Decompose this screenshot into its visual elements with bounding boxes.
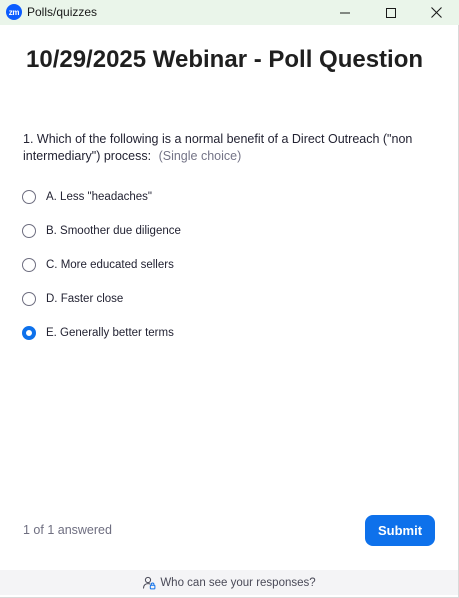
submit-button[interactable]: Submit xyxy=(365,515,435,546)
radio-button-icon[interactable] xyxy=(22,190,36,204)
polls-window: zm Polls/quizzes 10/29/2025 Webinar - Po… xyxy=(0,0,459,598)
option-e[interactable]: E. Generally better terms xyxy=(22,316,422,350)
privacy-text: Who can see your responses? xyxy=(160,576,316,589)
answered-count: 1 of 1 answered xyxy=(23,523,112,537)
minimize-icon xyxy=(340,12,350,13)
minimize-button[interactable] xyxy=(322,0,368,25)
radio-button-icon[interactable] xyxy=(22,258,36,272)
radio-button-selected-icon[interactable] xyxy=(22,326,36,340)
poll-title: 10/29/2025 Webinar - Poll Question xyxy=(26,46,424,73)
close-button[interactable] xyxy=(413,0,459,25)
radio-button-icon[interactable] xyxy=(22,292,36,306)
zoom-logo-icon: zm xyxy=(6,4,22,20)
option-a[interactable]: A. Less "headaches" xyxy=(22,180,422,214)
maximize-icon xyxy=(386,7,396,18)
privacy-link[interactable]: Who can see your responses? xyxy=(0,570,458,595)
window-title: Polls/quizzes xyxy=(27,5,98,19)
question-text: 1. Which of the following is a normal be… xyxy=(23,131,443,165)
user-privacy-icon xyxy=(142,576,156,590)
option-label: D. Faster close xyxy=(46,293,124,305)
option-label: C. More educated sellers xyxy=(46,259,174,271)
answer-options: A. Less "headaches" B. Smoother due dili… xyxy=(22,180,422,350)
option-c[interactable]: C. More educated sellers xyxy=(22,248,422,282)
option-label: E. Generally better terms xyxy=(46,327,174,339)
title-bar: zm Polls/quizzes xyxy=(0,0,459,25)
option-label: B. Smoother due diligence xyxy=(46,225,181,237)
question-type: (Single choice) xyxy=(158,149,242,163)
option-b[interactable]: B. Smoother due diligence xyxy=(22,214,422,248)
maximize-button[interactable] xyxy=(368,0,414,25)
close-icon xyxy=(430,7,442,18)
option-d[interactable]: D. Faster close xyxy=(22,282,422,316)
radio-button-icon[interactable] xyxy=(22,224,36,238)
option-label: A. Less "headaches" xyxy=(46,191,152,203)
